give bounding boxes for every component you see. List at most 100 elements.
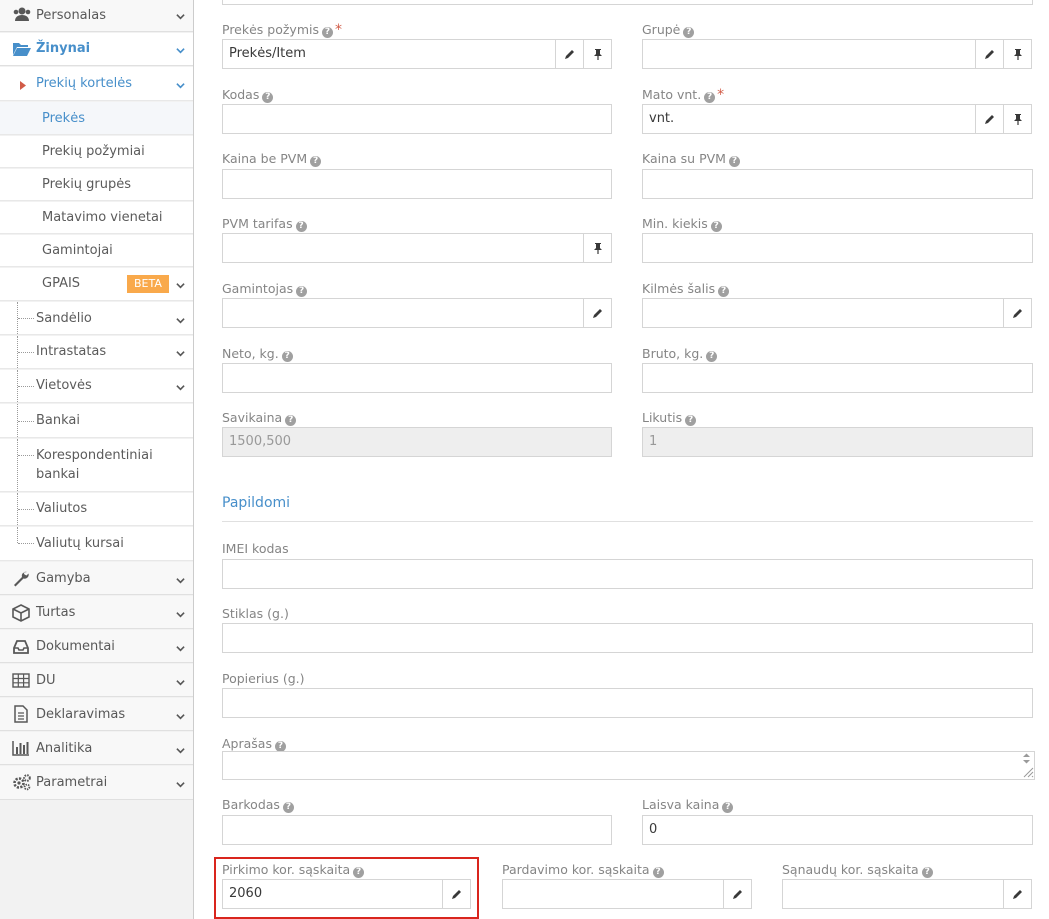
sidebar-item-prekiu-pozymiai[interactable]: Prekių požymiai [0, 136, 193, 168]
laisva-kaina-input[interactable]: 0 [642, 815, 1033, 845]
chevron-down-icon [176, 81, 185, 90]
pin-button[interactable] [583, 39, 612, 69]
barkodas-input[interactable] [222, 815, 612, 845]
kaina-su-pvm-input[interactable] [642, 169, 1033, 199]
sidebar-item-korespondentiniai-bankai[interactable]: Korespondentiniai bankai [0, 439, 193, 492]
pvm-tarifas-input[interactable] [222, 233, 584, 263]
chevron-down-icon [176, 12, 185, 21]
pin-button[interactable] [583, 233, 612, 263]
edit-button[interactable] [723, 879, 752, 909]
bruto-input[interactable] [642, 363, 1033, 393]
savikaina-label: Savikaina? [222, 410, 297, 426]
edit-button[interactable] [1003, 298, 1032, 328]
pardavimo-label: Pardavimo kor. sąskaita? [502, 862, 664, 878]
thumbtack-icon [594, 243, 602, 254]
section-divider [222, 521, 1033, 522]
help-icon: ? [921, 867, 933, 878]
required-marker: * [335, 22, 342, 38]
help-icon: ? [322, 27, 333, 38]
sidebar-item-gamyba[interactable]: Gamyba [0, 562, 193, 595]
pardavimo-input[interactable] [502, 879, 724, 909]
sidebar-item-matavimo-vienetai[interactable]: Matavimo vienetai [0, 202, 193, 234]
edit-button[interactable] [555, 39, 584, 69]
sidebar-item-valiutu-kursai[interactable]: Valiutų kursai [0, 527, 193, 561]
sidebar-item-gpais[interactable]: GPAIS BETA [0, 268, 193, 301]
kaina-be-pvm-label: Kaina be PVM? [222, 151, 322, 167]
kilmes-salis-input[interactable] [642, 298, 1004, 328]
textarea-scrollbar[interactable] [1019, 752, 1034, 779]
gamintojas-input[interactable] [222, 298, 584, 328]
sidebar-item-label: Matavimo vienetai [42, 210, 163, 225]
likutis-input: 1 [642, 427, 1033, 457]
sidebar-item-dokumentai[interactable]: Dokumentai [0, 630, 193, 663]
sidebar-item-prekes[interactable]: Prekės [0, 102, 193, 135]
chevron-down-icon [176, 610, 185, 619]
chevron-down-icon [176, 644, 185, 653]
sidebar-item-sandelio[interactable]: Sandėlio [0, 302, 193, 335]
stiklas-input[interactable] [222, 623, 1033, 653]
pencil-icon [985, 50, 994, 59]
sidebar-item-du[interactable]: DU [0, 664, 193, 697]
popierius-label: Popierius (g.) [222, 671, 305, 686]
sidebar: Personalas Žinynai Prekių kortelės Prekė… [0, 0, 194, 919]
help-icon: ? [728, 156, 740, 167]
edit-button[interactable] [1003, 879, 1032, 909]
sidebar-item-prekiu-grupes[interactable]: Prekių grupės [0, 169, 193, 201]
sidebar-item-valiutos[interactable]: Valiutos [0, 493, 193, 526]
sidebar-item-prekiu-korteles[interactable]: Prekių kortelės [0, 67, 193, 101]
popierius-input[interactable] [222, 688, 1033, 718]
sidebar-item-vietoves[interactable]: Vietovės [0, 370, 193, 403]
imei-input[interactable] [222, 559, 1033, 589]
pin-button[interactable] [1003, 39, 1032, 69]
sidebar-item-deklaravimas[interactable]: Deklaravimas [0, 698, 193, 731]
sidebar-item-label: Gamyba [36, 571, 91, 586]
chevron-down-icon [176, 576, 185, 585]
pvm-tarifas-label: PVM tarifas? [222, 216, 307, 232]
aprasas-textarea[interactable] [222, 751, 1035, 780]
sidebar-item-analitika[interactable]: Analitika [0, 732, 193, 765]
sidebar-item-personalas[interactable]: Personalas [0, 0, 193, 32]
sidebar-item-label: GPAIS [42, 276, 81, 291]
laisva-kaina-label: Laisva kaina? [642, 797, 734, 813]
grupe-input[interactable] [642, 39, 976, 69]
sidebar-item-turtas[interactable]: Turtas [0, 596, 193, 629]
help-icon: ? [652, 867, 664, 878]
sidebar-item-intrastatas[interactable]: Intrastatas [0, 336, 193, 369]
help-icon: ? [285, 415, 297, 426]
sidebar-item-zinynai[interactable]: Žinynai [0, 33, 193, 66]
min-kiekis-input[interactable] [642, 233, 1033, 263]
sidebar-item-label: Prekių požymiai [42, 144, 145, 159]
edit-button[interactable] [975, 104, 1004, 134]
sidebar-item-bankai[interactable]: Bankai [0, 404, 193, 438]
pencil-icon [1013, 309, 1022, 318]
sidebar-item-label: Intrastatas [36, 344, 107, 359]
wrench-icon [12, 570, 30, 588]
prekes-pozymis-input[interactable]: Prekės/Item [222, 39, 556, 69]
sidebar-item-parametrai[interactable]: Parametrai [0, 766, 193, 800]
users-icon [12, 6, 31, 24]
thumbtack-icon [1014, 49, 1022, 60]
sidebar-item-label: Sandėlio [36, 311, 92, 326]
chevron-down-icon [176, 746, 185, 755]
edit-button[interactable] [975, 39, 1004, 69]
sidebar-item-label: Žinynai [36, 41, 91, 56]
neto-input[interactable] [222, 363, 612, 393]
likutis-label: Likutis? [642, 410, 697, 426]
sanaudu-label: Sąnaudų kor. sąskaita? [782, 862, 933, 878]
sanaudu-input[interactable] [782, 879, 1004, 909]
cogs-icon [12, 773, 31, 791]
chevron-down-icon [176, 712, 185, 721]
kodas-input[interactable] [222, 104, 612, 134]
sidebar-item-gamintojai[interactable]: Gamintojai [0, 235, 193, 267]
mato-vnt-input[interactable]: vnt. [642, 104, 976, 134]
chevron-down-icon [176, 281, 185, 290]
kaina-su-pvm-label: Kaina su PVM? [642, 151, 740, 167]
cube-icon [12, 604, 30, 622]
kaina-be-pvm-input[interactable] [222, 169, 612, 199]
chevron-down-icon [176, 46, 185, 55]
thumbtack-icon [594, 49, 602, 60]
pencil-icon [565, 50, 574, 59]
pin-button[interactable] [1003, 104, 1032, 134]
edit-button[interactable] [583, 298, 612, 328]
beta-badge: BETA [127, 275, 169, 293]
